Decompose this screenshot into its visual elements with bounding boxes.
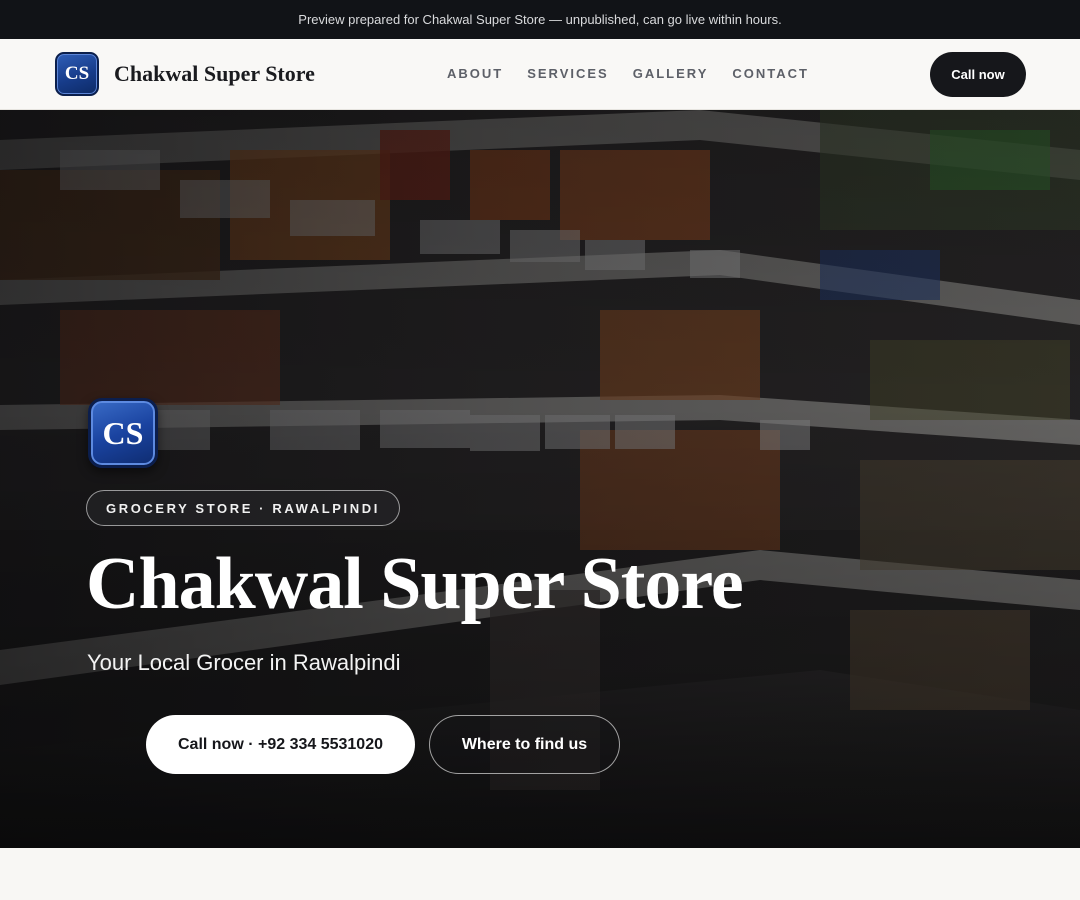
hero-logo-badge: CS bbox=[88, 398, 158, 468]
category-tag: GROCERY STORE · RAWALPINDI bbox=[86, 490, 400, 526]
header-call-button[interactable]: Call now bbox=[930, 52, 1026, 97]
hero-title: Chakwal Super Store bbox=[86, 543, 744, 625]
nav-item-about[interactable]: ABOUT bbox=[447, 66, 503, 81]
where-to-find-us-button[interactable]: Where to find us bbox=[429, 715, 620, 774]
nav-item-contact[interactable]: CONTACT bbox=[732, 66, 809, 81]
main-nav: ABOUT SERVICES GALLERY CONTACT bbox=[447, 66, 833, 81]
logo-initials: CS bbox=[64, 63, 90, 84]
next-section bbox=[0, 848, 1080, 900]
nav-item-gallery[interactable]: GALLERY bbox=[633, 66, 709, 81]
hero-section: CS GROCERY STORE · RAWALPINDI Chakwal Su… bbox=[0, 110, 1080, 848]
nav-item-services[interactable]: SERVICES bbox=[527, 66, 609, 81]
logo-badge[interactable]: CS bbox=[55, 52, 99, 96]
preview-banner-text: Preview prepared for Chakwal Super Store… bbox=[298, 12, 782, 27]
call-now-button[interactable]: Call now · +92 334 5531020 bbox=[146, 715, 415, 774]
brand-name[interactable]: Chakwal Super Store bbox=[114, 61, 315, 87]
hero-subtitle: Your Local Grocer in Rawalpindi bbox=[87, 650, 401, 675]
preview-banner: Preview prepared for Chakwal Super Store… bbox=[0, 0, 1080, 39]
site-header: CS Chakwal Super Store ABOUT SERVICES GA… bbox=[0, 39, 1080, 110]
hero-logo-initials: CS bbox=[102, 414, 144, 451]
